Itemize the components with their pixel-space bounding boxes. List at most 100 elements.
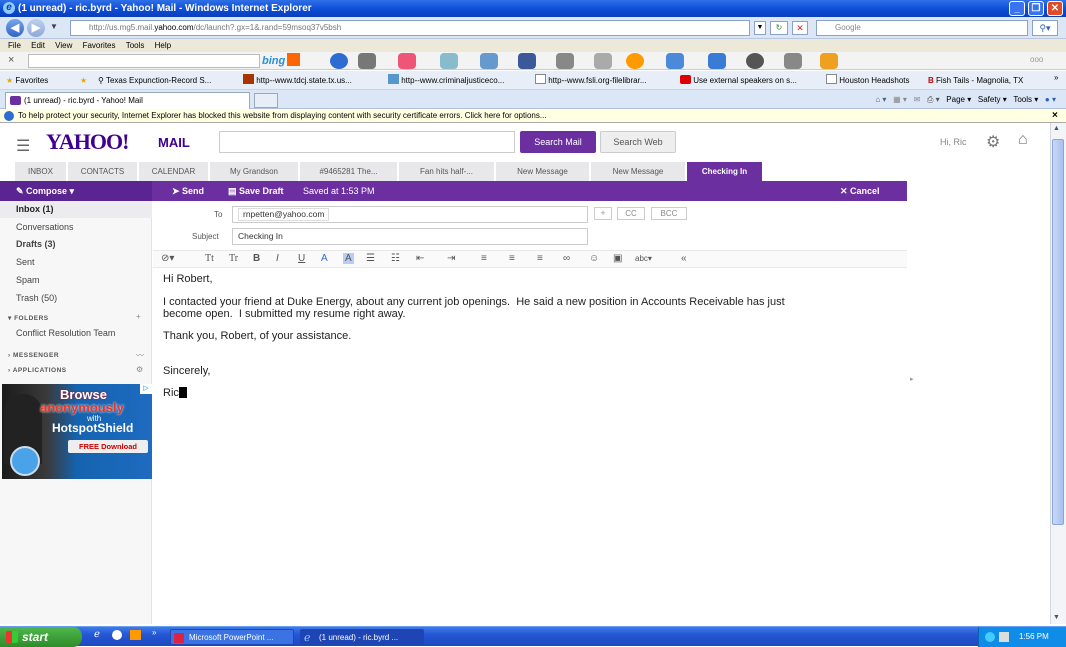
address-dropdown-icon[interactable]: ▼ [754,21,766,35]
tab-message-9465281[interactable]: #9465281 The... [300,162,398,182]
add-recipient-button[interactable]: + [594,207,612,220]
music-icon[interactable] [746,53,764,69]
bullet-list-icon[interactable]: ☰ [366,253,375,264]
hotspot-shield-ad[interactable]: Browse anonymously with HotspotShield FR… [2,384,152,479]
volume-icon[interactable] [999,632,1009,642]
bcc-button[interactable]: BCC [651,207,687,220]
toolbar-close-icon[interactable]: × [8,54,14,66]
attach-icon[interactable]: ⊘▾ [161,253,174,264]
fav-item-tdcj[interactable]: http--www.tdcj.state.tx.us... [243,71,352,89]
network-icon[interactable] [985,632,995,642]
link-icon[interactable]: ∞ [563,253,570,264]
mail-notify-icon[interactable] [480,53,498,69]
outdent-icon[interactable]: ⇤ [416,253,424,264]
tab-checking-in[interactable]: Checking In [687,162,763,182]
mail-search-input[interactable] [219,131,515,153]
forward-button[interactable]: ▶ [27,19,45,37]
cancel-button[interactable]: ✕ Cancel [840,181,880,201]
messenger-section-toggle[interactable]: › MESSENGER [8,352,59,359]
scrollbar-thumb[interactable] [1052,139,1064,525]
send-button[interactable]: ➤ Send [172,181,204,201]
chat-icon[interactable] [708,53,726,69]
scroll-down-icon[interactable]: ▼ [1053,614,1060,621]
help-icon[interactable]: ● ▾ [1045,95,1056,104]
emoji-icon[interactable]: ☺ [589,253,599,264]
tab-new-message-1[interactable]: New Message [496,162,590,182]
quicklaunch-media-icon[interactable] [112,630,122,640]
read-mail-icon[interactable]: ✉ [914,95,921,104]
quicklaunch-more-icon[interactable]: » [152,628,156,637]
applications-settings-icon[interactable]: ⚙ [136,365,143,374]
indent-icon[interactable]: ⇥ [447,253,455,264]
sidebar-item-conflict-resolution-team[interactable]: Conflict Resolution Team [16,328,115,338]
menu-view[interactable]: View [55,41,72,50]
ad-download-button[interactable]: FREE Download [68,440,148,453]
video-icon[interactable] [784,53,802,69]
menu-edit[interactable]: Edit [31,41,45,50]
refresh-icon[interactable]: ↻ [770,21,788,35]
plain-text-icon[interactable]: « [681,253,687,264]
sidebar-item-spam[interactable]: Spam [16,275,40,285]
align-center-icon[interactable]: ≡ [509,253,515,264]
hp-icon[interactable] [330,53,348,69]
glasses-icon[interactable] [594,53,612,69]
menu-favorites[interactable]: Favorites [83,41,116,50]
messenger-status-icon[interactable]: 〰 [136,350,144,361]
applications-section-toggle[interactable]: › APPLICATIONS [8,367,67,374]
save-draft-button[interactable]: ▤ Save Draft [228,181,284,201]
favorites-button[interactable]: ★ Favorites [6,71,48,89]
fav-item-fish-tails[interactable]: B Fish Tails - Magnolia, TX [928,71,1023,89]
tab-inbox[interactable]: INBOX [15,162,67,182]
sidebar-item-sent[interactable]: Sent [16,257,35,267]
search-glass-icon[interactable] [626,53,644,69]
tab-my-grandson[interactable]: My Grandson [210,162,299,182]
sidebar-item-trash[interactable]: Trash (50) [16,293,57,303]
subject-field[interactable]: Checking In [232,228,588,245]
print-icon[interactable]: ⎙ ▾ [927,95,940,104]
taskbar-item-ie[interactable]: ℯ (1 unread) - ric.byrd ... [300,629,424,645]
feeds-icon[interactable]: ▦ ▾ [893,95,907,104]
search-icon[interactable]: ⚲▾ [1032,20,1058,36]
font-family-icon[interactable]: Tt [205,253,214,264]
toolbar-more-icon[interactable]: ooo [1030,55,1043,64]
yahoo-logo[interactable]: YAHOO! [46,129,129,155]
add-favorite-icon[interactable]: ★ [80,71,87,89]
sidebar-item-inbox[interactable]: Inbox (1) [16,204,54,214]
scroll-up-icon[interactable]: ▲ [1053,125,1060,132]
align-left-icon[interactable]: ≡ [481,253,487,264]
quicklaunch-desktop-icon[interactable] [130,630,141,640]
minimize-button[interactable]: _ [1009,1,1025,16]
search-web-button[interactable]: Search Web [600,131,676,153]
safety-menu[interactable]: Safety ▾ [978,95,1007,104]
align-right-icon[interactable]: ≡ [537,253,543,264]
user-greeting[interactable]: Hi, Ric [940,137,967,147]
add-folder-icon[interactable]: + [136,312,141,321]
camera-icon[interactable] [556,53,574,69]
expand-panel-icon[interactable]: ▸ [910,375,914,383]
fav-item-houston-headshots[interactable]: Houston Headshots [826,71,910,89]
tab-fan-hits[interactable]: Fan hits half-... [399,162,495,182]
sidebar-item-drafts[interactable]: Drafts (3) [16,239,56,249]
recent-pages-dropdown-icon[interactable]: ▼ [50,22,58,31]
infobar-close-icon[interactable]: × [1052,109,1058,123]
weather-icon[interactable] [440,53,458,69]
bold-icon[interactable]: B [253,253,260,264]
fav-item-texas-expunction[interactable]: ⚲ Texas Expunction-Record S... [98,71,211,89]
gear-icon[interactable]: ⚙ [986,132,1000,152]
compose-button[interactable]: ✎ Compose ▾ [0,181,152,201]
browser-tab-current[interactable]: (1 unread) - ric.byrd - Yahoo! Mail [5,92,250,109]
highlight-color-icon[interactable]: A [343,253,354,264]
favorites-more-icon[interactable]: » [1054,71,1058,87]
tab-calendar[interactable]: CALENDAR [139,162,209,182]
cc-button[interactable]: CC [617,207,645,220]
search-mail-button[interactable]: Search Mail [520,131,596,153]
bing-logo[interactable]: bing [262,53,322,69]
text-color-icon[interactable]: A [321,253,328,264]
numbered-list-icon[interactable]: ☷ [391,253,400,264]
search-box[interactable]: Google [816,20,1028,36]
font-size-icon[interactable]: Tr [229,253,238,264]
fav-item-youtube[interactable]: Use external speakers on s... [680,71,797,89]
quicklaunch-ie-icon[interactable]: ℯ [94,629,100,640]
spellcheck-icon[interactable]: abc▾ [635,254,652,263]
folders-section-toggle[interactable]: ▾ FOLDERS [8,314,49,322]
